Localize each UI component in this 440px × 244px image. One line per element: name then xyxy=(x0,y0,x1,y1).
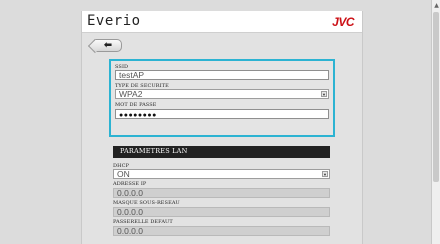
subnet-mask-value: 0.0.0.0 xyxy=(117,207,143,217)
lan-section-header: PARAMETRES LAN xyxy=(113,146,330,158)
ip-address-label: ADRESSE IP xyxy=(113,181,147,187)
ip-address-input[interactable]: 0.0.0.0 xyxy=(113,188,330,198)
back-button[interactable]: ⬅ xyxy=(94,39,122,52)
security-type-select[interactable]: WPA2 ▼ xyxy=(115,89,329,99)
jvc-logo: JVC xyxy=(332,15,354,29)
settings-panel: Everio JVC ⬅ SSID testAP TYPE DE SECURIT… xyxy=(81,11,363,244)
password-input[interactable]: ●●●●●●●● xyxy=(115,109,329,119)
ip-address-value: 0.0.0.0 xyxy=(117,188,143,198)
password-label: MOT DE PASSE xyxy=(115,102,157,108)
default-gateway-input[interactable]: 0.0.0.0 xyxy=(113,226,330,236)
dhcp-select[interactable]: ON ▼ xyxy=(113,169,330,179)
default-gateway-value: 0.0.0.0 xyxy=(117,226,143,236)
subnet-mask-input[interactable]: 0.0.0.0 xyxy=(113,207,330,217)
default-gateway-label: PASSERELLE DEFAUT xyxy=(113,219,173,225)
security-type-value: WPA2 xyxy=(119,89,143,99)
subnet-mask-label: MASQUE SOUS-RESEAU xyxy=(113,200,180,206)
scrollbar-thumb[interactable] xyxy=(433,12,439,182)
ssid-input[interactable]: testAP xyxy=(115,70,329,80)
scroll-up-icon[interactable]: ▲ xyxy=(433,2,440,9)
back-arrow-icon: ⬅ xyxy=(103,39,113,51)
ssid-value: testAP xyxy=(119,70,145,80)
chevron-down-icon: ▼ xyxy=(321,91,327,97)
chevron-down-icon: ▼ xyxy=(322,171,328,177)
vertical-scrollbar[interactable]: ▲ xyxy=(431,0,440,244)
app-title: Everio xyxy=(87,13,141,29)
wifi-settings-group: SSID testAP TYPE DE SECURITE WPA2 ▼ MOT … xyxy=(109,59,335,137)
header-bar: Everio JVC xyxy=(82,11,362,33)
lan-section-title: PARAMETRES LAN xyxy=(120,147,188,155)
dhcp-value: ON xyxy=(117,169,130,179)
password-value: ●●●●●●●● xyxy=(119,112,157,119)
